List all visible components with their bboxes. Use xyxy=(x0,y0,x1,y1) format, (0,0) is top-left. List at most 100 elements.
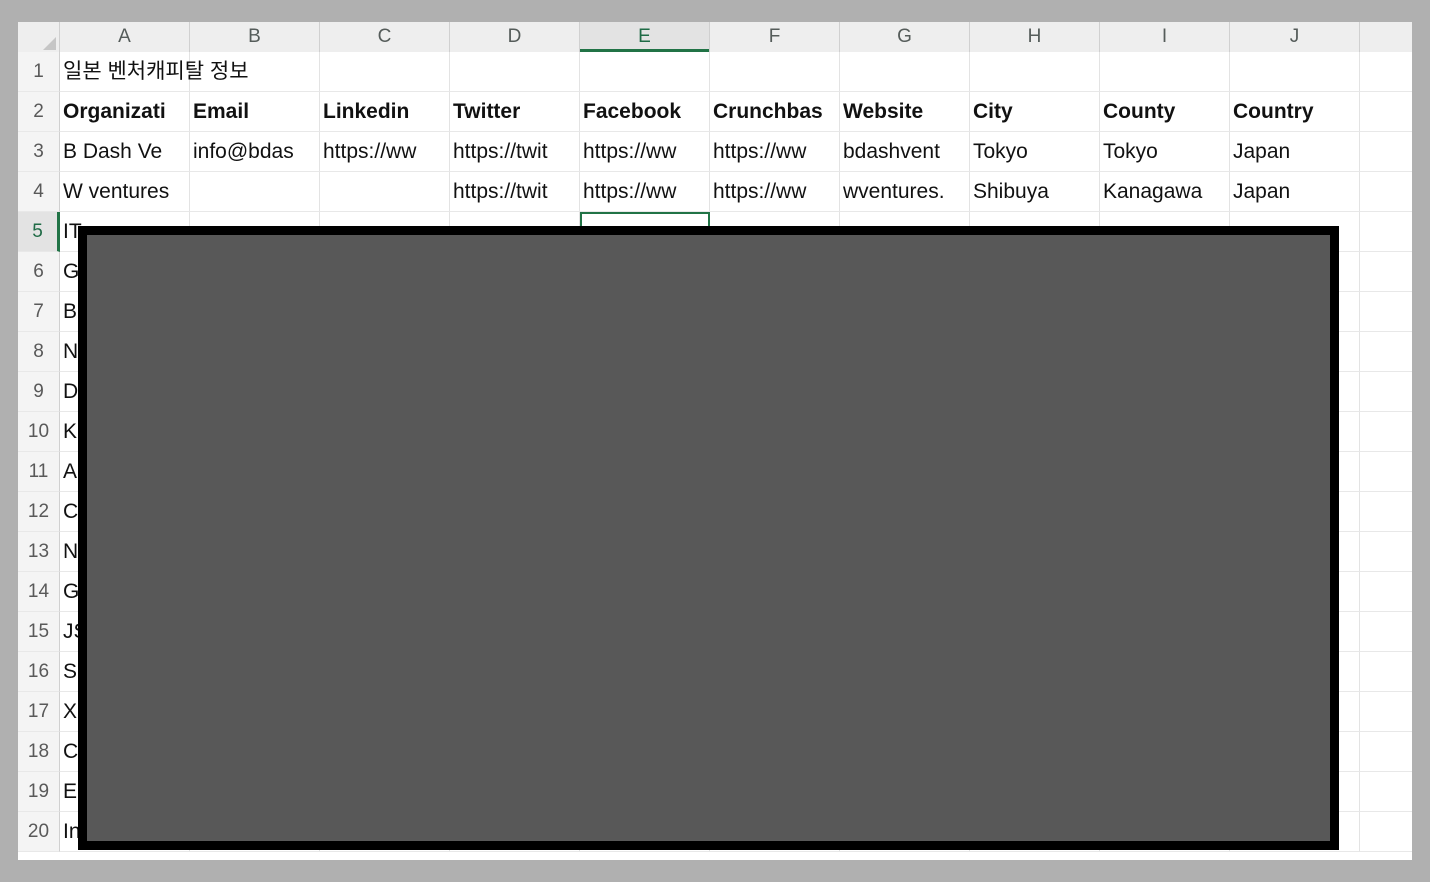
column-header-E[interactable]: E xyxy=(580,22,710,52)
column-header-G[interactable]: G xyxy=(840,22,970,52)
occlusion-panel[interactable] xyxy=(78,226,1339,850)
row-header-20[interactable]: 20 xyxy=(18,812,60,852)
cell-K18[interactable] xyxy=(1360,732,1412,772)
cell-G3[interactable]: bdashvent xyxy=(840,132,970,172)
row-header-16[interactable]: 16 xyxy=(18,652,60,692)
cell-F2[interactable]: Crunchbas xyxy=(710,92,840,132)
row-header-6[interactable]: 6 xyxy=(18,252,60,292)
row-header-18[interactable]: 18 xyxy=(18,732,60,772)
row-header-14[interactable]: 14 xyxy=(18,572,60,612)
cell-F4[interactable]: https://ww xyxy=(710,172,840,212)
cell-D2[interactable]: Twitter xyxy=(450,92,580,132)
row-header-8[interactable]: 8 xyxy=(18,332,60,372)
cell-K5[interactable] xyxy=(1360,212,1412,252)
row-header-15[interactable]: 15 xyxy=(18,612,60,652)
cell-I1[interactable] xyxy=(1100,52,1230,92)
cell-J2[interactable]: Country xyxy=(1230,92,1360,132)
cell-K15[interactable] xyxy=(1360,612,1412,652)
cell-E1[interactable] xyxy=(580,52,710,92)
column-header-B[interactable]: B xyxy=(190,22,320,52)
row-header-12[interactable]: 12 xyxy=(18,492,60,532)
row-header-2[interactable]: 2 xyxy=(18,92,60,132)
row-header-19[interactable]: 19 xyxy=(18,772,60,812)
cell-K8[interactable] xyxy=(1360,332,1412,372)
cell-K20[interactable] xyxy=(1360,812,1412,852)
cell-E2[interactable]: Facebook xyxy=(580,92,710,132)
cell-A2[interactable]: Organizati xyxy=(60,92,190,132)
cell-B2[interactable]: Email xyxy=(190,92,320,132)
cell-B4[interactable] xyxy=(190,172,320,212)
cell-J3[interactable]: Japan xyxy=(1230,132,1360,172)
column-header-D[interactable]: D xyxy=(450,22,580,52)
row-header-13[interactable]: 13 xyxy=(18,532,60,572)
cell-H3[interactable]: Tokyo xyxy=(970,132,1100,172)
cell-J1[interactable] xyxy=(1230,52,1360,92)
cell-K6[interactable] xyxy=(1360,252,1412,292)
cell-A4[interactable]: W ventures xyxy=(60,172,190,212)
cell-K16[interactable] xyxy=(1360,652,1412,692)
cell-I3[interactable]: Tokyo xyxy=(1100,132,1230,172)
cell-C3[interactable]: https://ww xyxy=(320,132,450,172)
column-header-H[interactable]: H xyxy=(970,22,1100,52)
cell-C4[interactable] xyxy=(320,172,450,212)
column-header-J[interactable]: J xyxy=(1230,22,1360,52)
cell-I2[interactable]: County xyxy=(1100,92,1230,132)
cell-D1[interactable] xyxy=(450,52,580,92)
row-header-7[interactable]: 7 xyxy=(18,292,60,332)
cell-G1[interactable] xyxy=(840,52,970,92)
occlusion-panel-body xyxy=(87,235,1330,841)
cell-K19[interactable] xyxy=(1360,772,1412,812)
cell-E3[interactable]: https://ww xyxy=(580,132,710,172)
table-row: 2 Organizati Email Linkedin Twitter Facebook C… xyxy=(18,92,1412,132)
cell-K10[interactable] xyxy=(1360,412,1412,452)
cell-G4[interactable]: wventures. xyxy=(840,172,970,212)
cell-K9[interactable] xyxy=(1360,372,1412,412)
cell-K17[interactable] xyxy=(1360,692,1412,732)
table-row: 1 일본 벤처캐피탈 정보 xyxy=(18,52,1412,92)
column-header-F[interactable]: F xyxy=(710,22,840,52)
cell-K4[interactable] xyxy=(1360,172,1412,212)
cell-I4[interactable]: Kanagawa xyxy=(1100,172,1230,212)
column-header-A[interactable]: A xyxy=(60,22,190,52)
select-all-button[interactable] xyxy=(18,22,60,52)
cell-C2[interactable]: Linkedin xyxy=(320,92,450,132)
cell-H4[interactable]: Shibuya xyxy=(970,172,1100,212)
row-header-9[interactable]: 9 xyxy=(18,372,60,412)
cell-A1[interactable]: 일본 벤처캐피탈 정보 xyxy=(60,52,249,92)
cell-J4[interactable]: Japan xyxy=(1230,172,1360,212)
table-row: 3B Dash Ve info@bdas https://ww https://twi… xyxy=(18,132,1412,172)
column-header-C[interactable]: C xyxy=(320,22,450,52)
column-header-k10[interactable] xyxy=(1360,22,1412,52)
cell-K3[interactable] xyxy=(1360,132,1412,172)
cell-H2[interactable]: City xyxy=(970,92,1100,132)
cell-K14[interactable] xyxy=(1360,572,1412,612)
column-header-I[interactable]: I xyxy=(1100,22,1230,52)
column-header-row: ABCDEFGHIJ xyxy=(18,22,1412,52)
spreadsheet-app: ABCDEFGHIJ 1 일본 벤처캐피탈 정보 2 Organizati Email L… xyxy=(0,0,1430,882)
cell-A3[interactable]: B Dash Ve xyxy=(60,132,190,172)
row-header-3[interactable]: 3 xyxy=(18,132,60,172)
cell-H1[interactable] xyxy=(970,52,1100,92)
cell-F3[interactable]: https://ww xyxy=(710,132,840,172)
cell-G2[interactable]: Website xyxy=(840,92,970,132)
select-all-triangle-icon xyxy=(43,37,56,50)
cell-K7[interactable] xyxy=(1360,292,1412,332)
cell-C1[interactable] xyxy=(320,52,450,92)
cell-K1[interactable] xyxy=(1360,52,1412,92)
table-row: 4W ventures https://twit https://ww https:/… xyxy=(18,172,1412,212)
row-header-11[interactable]: 11 xyxy=(18,452,60,492)
cell-K13[interactable] xyxy=(1360,532,1412,572)
cell-F1[interactable] xyxy=(710,52,840,92)
cell-K12[interactable] xyxy=(1360,492,1412,532)
cell-E4[interactable]: https://ww xyxy=(580,172,710,212)
row-header-17[interactable]: 17 xyxy=(18,692,60,732)
cell-K11[interactable] xyxy=(1360,452,1412,492)
row-header-5[interactable]: 5 xyxy=(18,212,60,252)
cell-B3[interactable]: info@bdas xyxy=(190,132,320,172)
row-header-1[interactable]: 1 xyxy=(18,52,60,92)
row-header-10[interactable]: 10 xyxy=(18,412,60,452)
cell-K2[interactable] xyxy=(1360,92,1412,132)
row-header-4[interactable]: 4 xyxy=(18,172,60,212)
cell-D3[interactable]: https://twit xyxy=(450,132,580,172)
cell-D4[interactable]: https://twit xyxy=(450,172,580,212)
